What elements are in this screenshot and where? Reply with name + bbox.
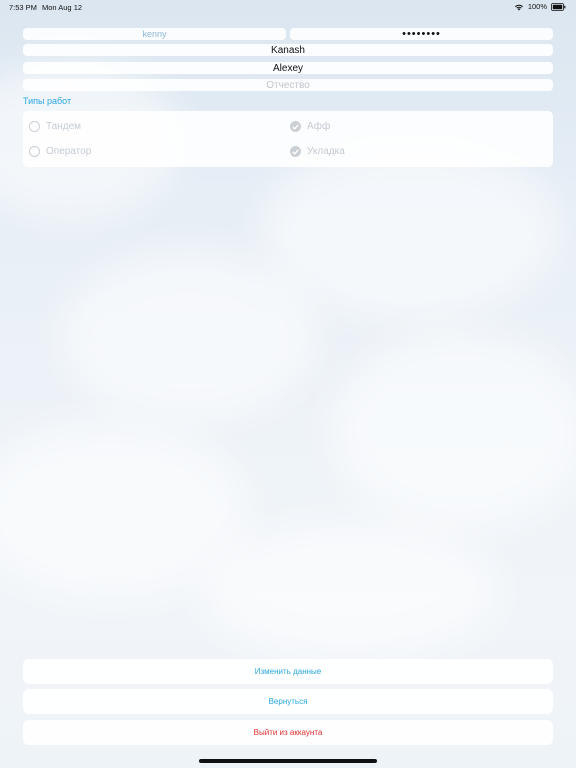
- patronymic-field[interactable]: Отчество: [23, 79, 553, 91]
- status-indicators: 100%: [514, 2, 566, 11]
- back-button[interactable]: Вернуться: [23, 689, 553, 714]
- work-types-heading: Типы работ: [23, 96, 72, 106]
- status-bar: 7:53 PM Mon Aug 12 100%: [0, 0, 576, 14]
- home-indicator[interactable]: [199, 759, 377, 763]
- option-label: Тандем: [46, 121, 82, 132]
- work-types-panel: Тандем Афф Оператор Укладка: [23, 111, 553, 167]
- checkmark-icon: [292, 123, 299, 130]
- option-operator[interactable]: Оператор: [29, 146, 91, 157]
- lastname-field[interactable]: Kanash: [23, 44, 553, 56]
- option-label: Оператор: [46, 146, 92, 157]
- firstname-field[interactable]: Alexey: [23, 62, 553, 74]
- edit-data-button[interactable]: Изменить данные: [23, 659, 553, 684]
- wifi-icon: [514, 3, 524, 11]
- cloud-decoration: [260, 140, 560, 320]
- battery-icon: [551, 2, 566, 11]
- radio-button[interactable]: [29, 121, 40, 132]
- option-label: Афф: [307, 121, 331, 132]
- radio-button[interactable]: [290, 146, 301, 157]
- screen: 7:53 PM Mon Aug 12 100% kenny •••••••• K…: [0, 0, 576, 768]
- password-field[interactable]: ••••••••: [290, 28, 553, 40]
- cloud-decoration: [330, 330, 576, 530]
- battery-percent: 100%: [527, 2, 547, 11]
- logout-button[interactable]: Выйти из аккаунта: [23, 720, 553, 745]
- status-date: Mon Aug 12: [42, 3, 83, 12]
- cloud-decoration: [60, 250, 320, 420]
- option-packing[interactable]: Укладка: [290, 146, 345, 157]
- radio-button[interactable]: [29, 146, 40, 157]
- option-aff[interactable]: Афф: [290, 121, 330, 132]
- login-field[interactable]: kenny: [23, 28, 286, 40]
- option-tandem[interactable]: Тандем: [29, 121, 81, 132]
- checkmark-icon: [292, 148, 299, 155]
- radio-button[interactable]: [290, 121, 301, 132]
- cloud-decoration: [200, 520, 500, 660]
- option-label: Укладка: [307, 146, 345, 157]
- status-time: 7:53 PM: [9, 3, 37, 12]
